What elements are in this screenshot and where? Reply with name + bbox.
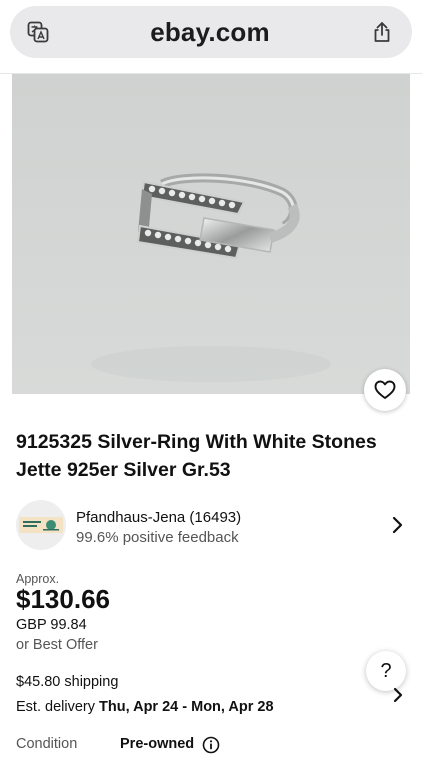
seller-logo-icon (19, 517, 63, 533)
product-image[interactable] (12, 74, 410, 394)
seller-avatar[interactable] (16, 500, 66, 550)
seller-feedback: 99.6% positive feedback (76, 529, 239, 546)
url-bar[interactable]: ebay.com (10, 6, 412, 58)
ring-illustration (12, 74, 410, 394)
price-usd: $130.66 (16, 584, 110, 614)
shipping-cost: $45.80 shipping (16, 674, 119, 690)
seller-name[interactable]: Pfandhaus-Jena (16493) (76, 509, 241, 526)
seller-row[interactable]: Pfandhaus-Jena (16493) 99.6% positive fe… (16, 500, 412, 550)
info-icon[interactable] (202, 736, 220, 754)
delivery-dates: Thu, Apr 24 - Mon, Apr 28 (99, 699, 274, 715)
watch-heart-button[interactable] (364, 369, 406, 411)
condition-value: Pre-owned (120, 736, 195, 752)
translate-icon[interactable] (26, 20, 50, 44)
shipping-chevron-right-icon[interactable] (392, 686, 404, 704)
listing-title: 9125325 Silver-Ring With White Stones Je… (16, 431, 377, 481)
url-text[interactable]: ebay.com (150, 17, 270, 48)
best-offer-text: or Best Offer (16, 637, 98, 653)
delivery-label: Est. delivery (16, 699, 95, 715)
help-button[interactable]: ? (366, 651, 406, 691)
price-gbp: GBP 99.84 (16, 617, 87, 633)
condition-label: Condition (16, 736, 78, 752)
delivery-estimate: Est. delivery Thu, Apr 24 - Mon, Apr 28 (16, 699, 274, 715)
help-icon: ? (380, 659, 392, 682)
heart-icon (374, 380, 396, 399)
chevron-right-icon[interactable] (390, 515, 404, 535)
share-icon[interactable] (370, 20, 394, 44)
